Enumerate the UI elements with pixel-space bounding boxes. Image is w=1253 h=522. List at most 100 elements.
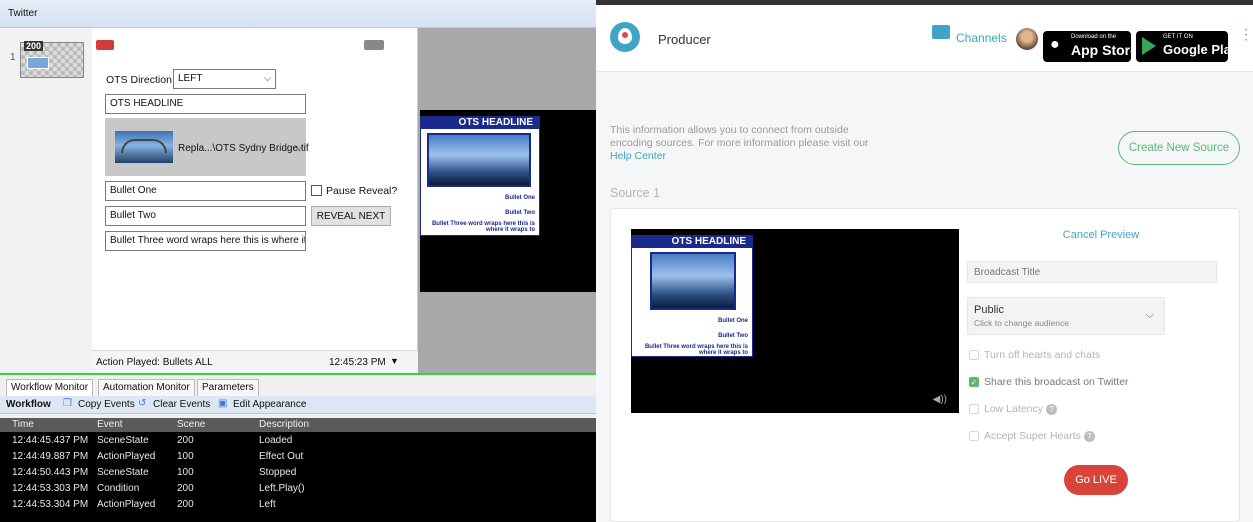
tv-icon[interactable]: [932, 25, 950, 39]
volume-icon[interactable]: ◀)): [933, 394, 947, 405]
scene-thumbnail[interactable]: 200: [20, 41, 84, 78]
chevron-down-icon: ⌵: [295, 142, 302, 152]
clear-events-icon: ↺: [138, 398, 147, 409]
ots-bullet-three: Bullet Three word wraps here this is whe…: [644, 344, 748, 356]
bullet-two-input[interactable]: Bullet Two: [105, 206, 306, 226]
image-file-name: Repla...\OTS Sydny Bridge.tif: [178, 143, 309, 154]
edit-appearance-button[interactable]: Edit Appearance: [233, 399, 306, 410]
reveal-next-button[interactable]: REVEAL NEXT: [311, 206, 391, 226]
periscope-logo-icon[interactable]: [610, 22, 640, 52]
table-row[interactable]: 12:44:45.437 PM SceneState 200 Loaded: [0, 435, 596, 450]
tab-parameters[interactable]: Parameters: [197, 379, 259, 396]
option-super-hearts[interactable]: Accept Super Hearts?: [969, 430, 1219, 448]
tab-workflow-monitor[interactable]: Workflow Monitor: [6, 379, 94, 396]
row-description: Loaded: [259, 435, 293, 446]
column-time[interactable]: Time: [12, 419, 34, 430]
pause-reveal-label: Pause Reveal?: [326, 185, 398, 197]
workflow-table-body: 12:44:45.437 PM SceneState 200 Loaded 12…: [0, 432, 596, 522]
window-title-bar: Twitter: [0, 0, 596, 28]
info-text-body: This information allows you to connect f…: [610, 124, 869, 149]
bullet-three-input[interactable]: Bullet Three word wraps here this is whe…: [105, 231, 306, 251]
close-icon[interactable]: [364, 40, 384, 50]
low-latency-text: Low Latency: [984, 403, 1043, 415]
table-row[interactable]: 12:44:49.887 PM ActionPlayed 100 Effect …: [0, 451, 596, 466]
edit-appearance-icon: ▣: [218, 398, 228, 409]
ots-headline-bar: OTS HEADLINE: [632, 236, 752, 248]
super-hearts-label: Accept Super Hearts?: [984, 430, 1095, 442]
row-time: 12:44:50.443 PM: [12, 467, 89, 478]
go-live-button[interactable]: Go LIVE: [1064, 465, 1128, 495]
action-played-text: Action Played: Bullets ALL: [96, 357, 213, 368]
row-description: Stopped: [259, 467, 297, 478]
app-store-small-text: Download on the: [1071, 34, 1117, 40]
action-time: 12:45:23 PM: [329, 357, 386, 368]
copy-events-icon: ❐: [63, 398, 72, 409]
monitor-tabs: Workflow Monitor Automation Monitor Para…: [0, 376, 596, 396]
bullet-one-input[interactable]: Bullet One: [105, 181, 306, 201]
window-title: Twitter: [8, 8, 38, 19]
info-text: This information allows you to connect f…: [610, 124, 880, 163]
table-row[interactable]: 12:44:50.443 PM SceneState 100 Stopped: [0, 467, 596, 482]
ots-bullet-one: Bullet One: [504, 195, 535, 201]
row-description: Left: [259, 499, 276, 510]
brand-title: Producer: [658, 32, 711, 47]
thumbnail-mini-graphic: [27, 57, 49, 69]
ots-direction-select[interactable]: LEFT ⌵: [173, 69, 276, 89]
row-event: SceneState: [97, 467, 149, 478]
row-description: Effect Out: [259, 451, 304, 462]
help-center-link[interactable]: Help Center: [610, 150, 666, 162]
help-icon[interactable]: ?: [1045, 403, 1057, 415]
option-share-twitter[interactable]: ✓ Share this broadcast on Twitter: [969, 376, 1219, 394]
option-turn-off-hearts[interactable]: Turn off hearts and chats: [969, 349, 1219, 367]
headline-input[interactable]: OTS HEADLINE: [105, 94, 306, 114]
ots-graphic: OTS HEADLINE Bullet One Bullet Two Bulle…: [420, 116, 540, 236]
help-icon[interactable]: ?: [1083, 430, 1095, 442]
row-event: ActionPlayed: [97, 451, 156, 462]
google-big-text: Google Play: [1163, 42, 1239, 57]
table-row[interactable]: 12:44:53.304 PM ActionPlayed 200 Left: [0, 499, 596, 514]
turn-off-hearts-checkbox[interactable]: [969, 350, 979, 360]
broadcast-title-input[interactable]: Broadcast Title: [967, 261, 1217, 283]
broadcast-preview-video[interactable]: OTS HEADLINE Bullet One Bullet Two Bulle…: [631, 229, 959, 413]
row-time: 12:44:53.304 PM: [12, 499, 89, 510]
ots-direction-value: LEFT: [178, 73, 203, 84]
app-store-button[interactable]: ● Download on the App Store: [1043, 31, 1138, 62]
low-latency-checkbox[interactable]: [969, 404, 979, 414]
ots-direction-label: OTS Direction: [106, 74, 172, 86]
row-event: SceneState: [97, 435, 149, 446]
cancel-preview-link[interactable]: Cancel Preview: [979, 229, 1223, 241]
apple-icon: ●: [1050, 36, 1060, 53]
dropdown-arrow-icon[interactable]: ▼: [390, 356, 399, 366]
scene-number: 1: [10, 52, 16, 63]
source-card: OTS HEADLINE Bullet One Bullet Two Bulle…: [610, 208, 1240, 522]
channels-link[interactable]: Channels: [956, 31, 1007, 45]
more-menu-icon[interactable]: ⋮: [1239, 27, 1253, 41]
pause-reveal-checkbox[interactable]: [311, 185, 322, 196]
super-hearts-checkbox[interactable]: [969, 431, 979, 441]
app-store-big-text: App Store: [1071, 42, 1138, 58]
option-low-latency[interactable]: Low Latency?: [969, 403, 1219, 421]
row-scene: 100: [177, 467, 194, 478]
table-row[interactable]: 12:44:53.303 PM Condition 200 Left.Play(…: [0, 483, 596, 498]
image-file-picker[interactable]: Repla...\OTS Sydny Bridge.tif ⌵: [105, 118, 309, 176]
google-play-button[interactable]: GET IT ON Google Play: [1136, 31, 1238, 62]
create-new-source-button[interactable]: Create New Source: [1118, 131, 1240, 165]
share-twitter-checkbox[interactable]: ✓: [969, 377, 979, 387]
row-time: 12:44:49.887 PM: [12, 451, 89, 462]
scene-list: 1 200: [0, 28, 92, 373]
super-hearts-text: Accept Super Hearts: [984, 430, 1081, 442]
scene-parameters-panel: OTS Direction LEFT ⌵ OTS HEADLINE Repla.…: [92, 28, 418, 373]
preview-monitor: OTS HEADLINE Bullet One Bullet Two Bulle…: [420, 110, 596, 292]
avatar[interactable]: [1016, 28, 1038, 50]
row-time: 12:44:53.303 PM: [12, 483, 89, 494]
ots-bridge-image: [427, 133, 531, 187]
clear-events-button[interactable]: Clear Events: [153, 399, 210, 410]
audience-value: Public: [974, 304, 1004, 316]
audience-select[interactable]: Public Click to change audience ⌵: [967, 297, 1165, 335]
column-event[interactable]: Event: [97, 419, 123, 430]
tab-automation-monitor[interactable]: Automation Monitor: [98, 379, 195, 396]
ots-bridge-image: [650, 252, 736, 310]
column-description[interactable]: Description: [259, 419, 309, 430]
column-scene[interactable]: Scene: [177, 419, 205, 430]
copy-events-button[interactable]: Copy Events: [78, 399, 135, 410]
